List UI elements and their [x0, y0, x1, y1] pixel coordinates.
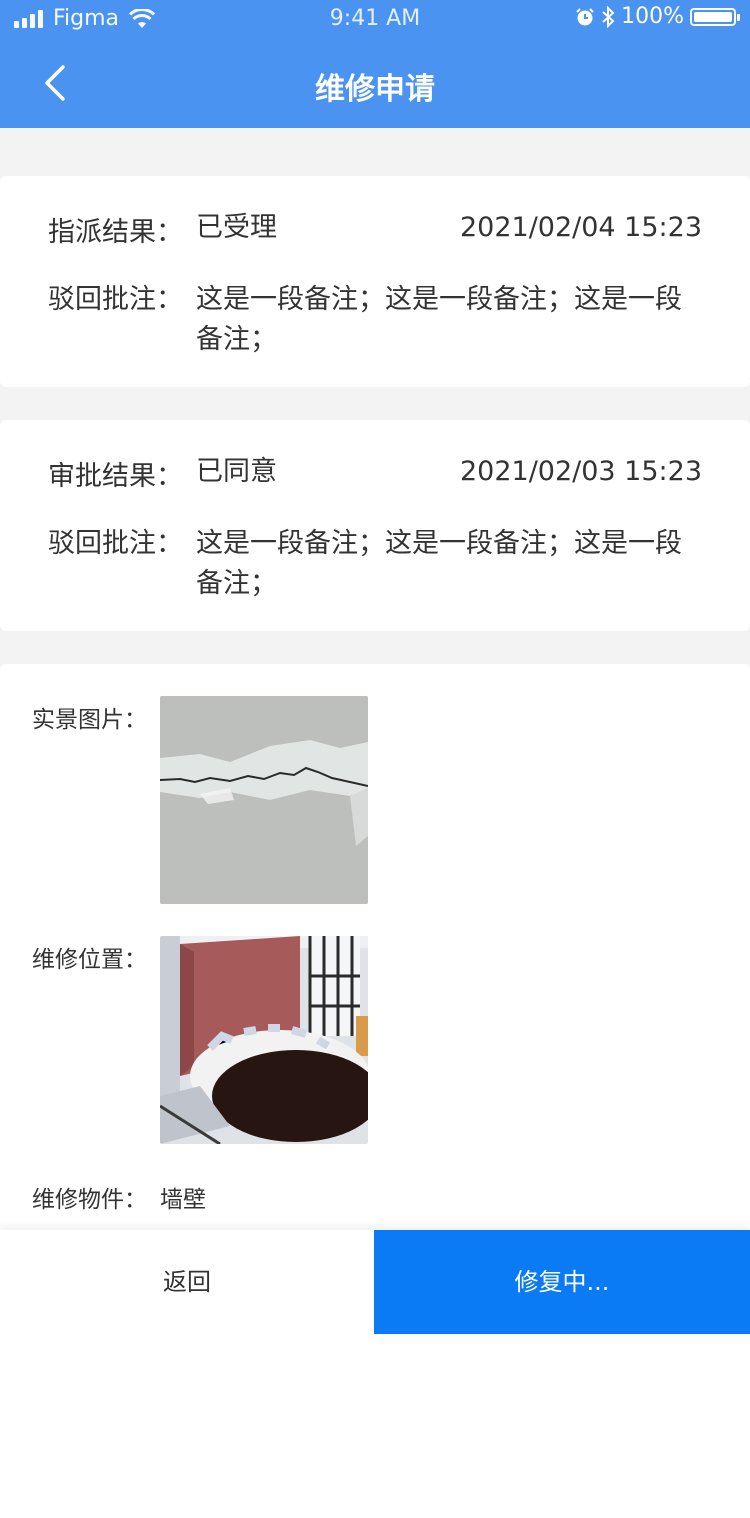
dispatch-note-value: 这是一段备注；这是一段备注；这是一段备注；: [196, 284, 682, 355]
details-card: 实景图片： 维修位置： 维修物件： 墙壁: [0, 664, 750, 1264]
approval-note-value: 这是一段备注；这是一段备注；这是一段备注；: [196, 528, 682, 599]
status-bar: Figma 9:41 AM 100%: [0, 0, 750, 40]
component-value: 墙壁: [160, 1187, 206, 1213]
dispatch-note-row: 驳回批注： 这是一段备注；这是一段备注；这是一段备注；: [48, 280, 702, 360]
dispatch-result-row: 指派结果： 已受理 2021/02/04 15:23: [48, 210, 702, 249]
app-header: Figma 9:41 AM 100% 维修申请: [0, 0, 750, 128]
battery-icon: [690, 7, 740, 26]
status-right: 100%: [575, 4, 740, 29]
room-3d-render: [160, 936, 368, 1144]
bluetooth-icon: [602, 5, 615, 28]
photo-label: 实景图片：: [32, 707, 147, 733]
approval-result-row: 审批结果： 已同意 2021/02/03 15:23: [48, 454, 702, 493]
wall-crack-photo: [160, 696, 368, 904]
component-label: 维修物件：: [32, 1187, 147, 1213]
site-photo-thumbnail[interactable]: [160, 696, 368, 904]
dispatch-card: 指派结果： 已受理 2021/02/04 15:23 驳回批注： 这是一段备注；…: [0, 176, 750, 387]
navigation-bar: 维修申请: [0, 40, 750, 128]
approval-card: 审批结果： 已同意 2021/02/03 15:23 驳回批注： 这是一段备注；…: [0, 420, 750, 631]
approval-result-label: 审批结果：: [48, 461, 183, 492]
alarm-icon: [576, 7, 594, 25]
return-button[interactable]: 返回: [0, 1230, 374, 1334]
approval-note-label: 驳回批注：: [48, 528, 183, 559]
repairing-status-button[interactable]: 修复中...: [374, 1230, 750, 1334]
location-label: 维修位置：: [32, 947, 147, 973]
approval-note-row: 驳回批注： 这是一段备注；这是一段备注；这是一段备注；: [48, 524, 702, 604]
dispatch-result-label: 指派结果：: [48, 217, 183, 248]
page-title: 维修申请: [315, 72, 435, 107]
dispatch-note-label: 驳回批注：: [48, 284, 183, 315]
battery-percent: 100%: [621, 4, 684, 29]
location-thumbnail[interactable]: [160, 936, 368, 1144]
dispatch-date: 2021/02/04 15:23: [459, 212, 702, 243]
action-bar: 返回 修复中...: [0, 1230, 750, 1334]
approval-date: 2021/02/03 15:23: [459, 456, 702, 487]
bottom-blank-area: [0, 1334, 750, 1518]
